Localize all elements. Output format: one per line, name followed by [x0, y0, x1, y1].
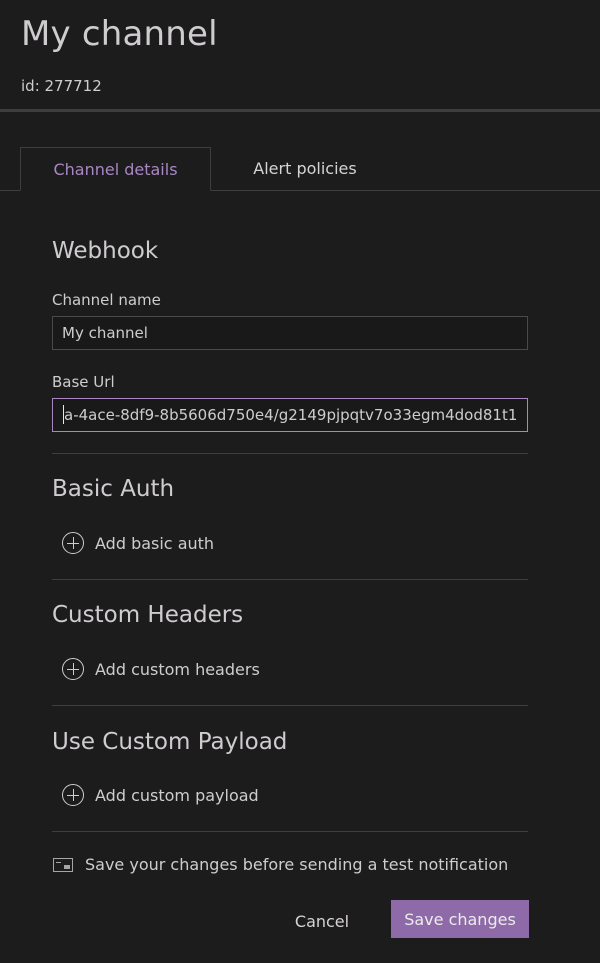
tab-channel-details[interactable]: Channel details — [20, 147, 211, 191]
add-custom-payload-button[interactable]: Add custom payload — [62, 783, 259, 807]
add-custom-payload-label: Add custom payload — [95, 785, 259, 805]
plus-circle-icon — [62, 658, 84, 680]
section-divider — [52, 705, 528, 706]
test-notification-hint-text: Save your changes before sending a test … — [85, 855, 509, 874]
test-notification-hint: Save your changes before sending a test … — [53, 855, 508, 874]
base-url-label: Base Url — [52, 373, 115, 391]
base-url-input[interactable]: a-4ace-8df9-8b5606d750e4/g2149pjpqtv7o33… — [52, 398, 528, 432]
add-custom-headers-button[interactable]: Add custom headers — [62, 657, 260, 681]
channel-name-input[interactable]: My channel — [52, 316, 528, 350]
page-title: My channel — [21, 14, 218, 54]
plus-circle-icon — [62, 532, 84, 554]
plus-circle-icon — [62, 784, 84, 806]
basic-auth-section-title: Basic Auth — [52, 476, 175, 502]
add-basic-auth-button[interactable]: Add basic auth — [62, 531, 214, 555]
add-basic-auth-label: Add basic auth — [95, 533, 215, 553]
section-divider — [52, 831, 528, 832]
channel-settings-page: My channel id: 277712 Channel details Al… — [0, 0, 600, 963]
custom-payload-section-title: Use Custom Payload — [52, 729, 288, 755]
tab-bar: Channel details Alert policies — [0, 147, 600, 191]
channel-id: id: 277712 — [21, 77, 102, 95]
notification-card-icon — [53, 857, 73, 872]
webhook-section-title: Webhook — [52, 238, 159, 264]
base-url-value: a-4ace-8df9-8b5606d750e4/g2149pjpqtv7o33… — [64, 406, 518, 424]
tab-alert-policies[interactable]: Alert policies — [211, 147, 399, 190]
section-divider — [52, 579, 528, 580]
save-changes-button[interactable]: Save changes — [391, 900, 529, 938]
section-divider — [52, 453, 528, 454]
header-divider — [0, 109, 600, 112]
cancel-button[interactable]: Cancel — [283, 903, 361, 939]
custom-headers-section-title: Custom Headers — [52, 602, 244, 628]
channel-name-label: Channel name — [52, 291, 161, 309]
add-custom-headers-label: Add custom headers — [95, 659, 260, 679]
